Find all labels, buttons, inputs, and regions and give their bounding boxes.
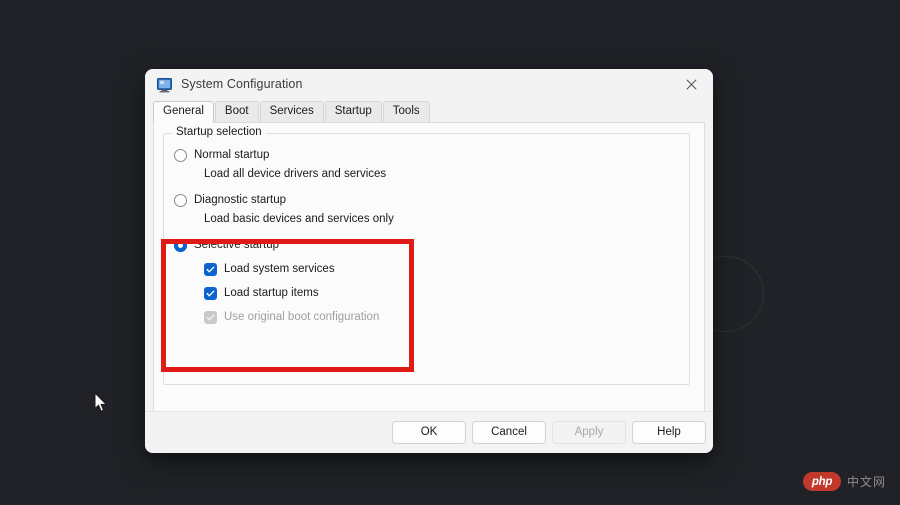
tab-strip: General Boot Services Startup Tools: [153, 101, 705, 123]
tab-startup[interactable]: Startup: [324, 101, 382, 122]
checkmark-icon-load-system-services: [204, 262, 217, 276]
cancel-button[interactable]: Cancel: [472, 421, 546, 444]
startup-selection-label: Startup selection: [172, 126, 266, 138]
dialog-titlebar: System Configuration: [145, 69, 713, 102]
checkbox-load-system-services[interactable]: Load system services: [204, 262, 335, 276]
tab-general[interactable]: General: [153, 101, 214, 123]
checkbox-label-load-system-services: Load system services: [224, 263, 335, 275]
startup-selection-groupbox: Startup selection Normal startup Load al…: [163, 126, 690, 385]
tab-tools[interactable]: Tools: [382, 101, 430, 122]
radio-diagnostic-startup[interactable]: Diagnostic startup: [174, 193, 286, 207]
dialog-title: System Configuration: [181, 77, 303, 91]
checkbox-label-use-original-boot-configuration: Use original boot configuration: [224, 311, 380, 323]
radio-icon-selective-startup: [174, 238, 187, 252]
watermark-text: 中文网: [846, 475, 886, 489]
radio-label-selective-startup: Selective startup: [194, 239, 280, 251]
watermark: php 中文网: [802, 472, 886, 491]
radio-label-normal-startup: Normal startup: [194, 149, 270, 161]
checkbox-load-startup-items[interactable]: Load startup items: [204, 286, 319, 300]
radio-icon-diagnostic-startup: [174, 193, 187, 207]
tab-page-general: Startup selection Normal startup Load al…: [153, 123, 705, 423]
tab-boot[interactable]: Boot: [214, 101, 259, 122]
checkmark-icon-use-original-boot-configuration: [204, 310, 217, 324]
system-configuration-icon: [157, 78, 173, 93]
ok-button[interactable]: OK: [392, 421, 466, 444]
mouse-cursor: [94, 391, 109, 418]
description-diagnostic-startup: Load basic devices and services only: [204, 213, 394, 225]
checkbox-label-load-startup-items: Load startup items: [224, 287, 319, 299]
close-icon[interactable]: [669, 69, 713, 100]
dialog-footer: OK Cancel Apply Help: [145, 411, 713, 453]
help-button[interactable]: Help: [632, 421, 706, 444]
description-normal-startup: Load all device drivers and services: [204, 168, 387, 180]
system-configuration-dialog: System Configuration General Boot Servic…: [145, 69, 713, 453]
radio-selective-startup[interactable]: Selective startup: [174, 238, 279, 252]
checkbox-use-original-boot-configuration: Use original boot configuration: [204, 310, 379, 324]
tab-services[interactable]: Services: [259, 101, 324, 122]
radio-label-diagnostic-startup: Diagnostic startup: [194, 194, 287, 206]
apply-button: Apply: [552, 421, 626, 444]
checkmark-icon-load-startup-items: [204, 286, 217, 300]
radio-icon-normal-startup: [174, 148, 187, 162]
watermark-badge: php: [802, 472, 841, 491]
radio-normal-startup[interactable]: Normal startup: [174, 148, 269, 162]
